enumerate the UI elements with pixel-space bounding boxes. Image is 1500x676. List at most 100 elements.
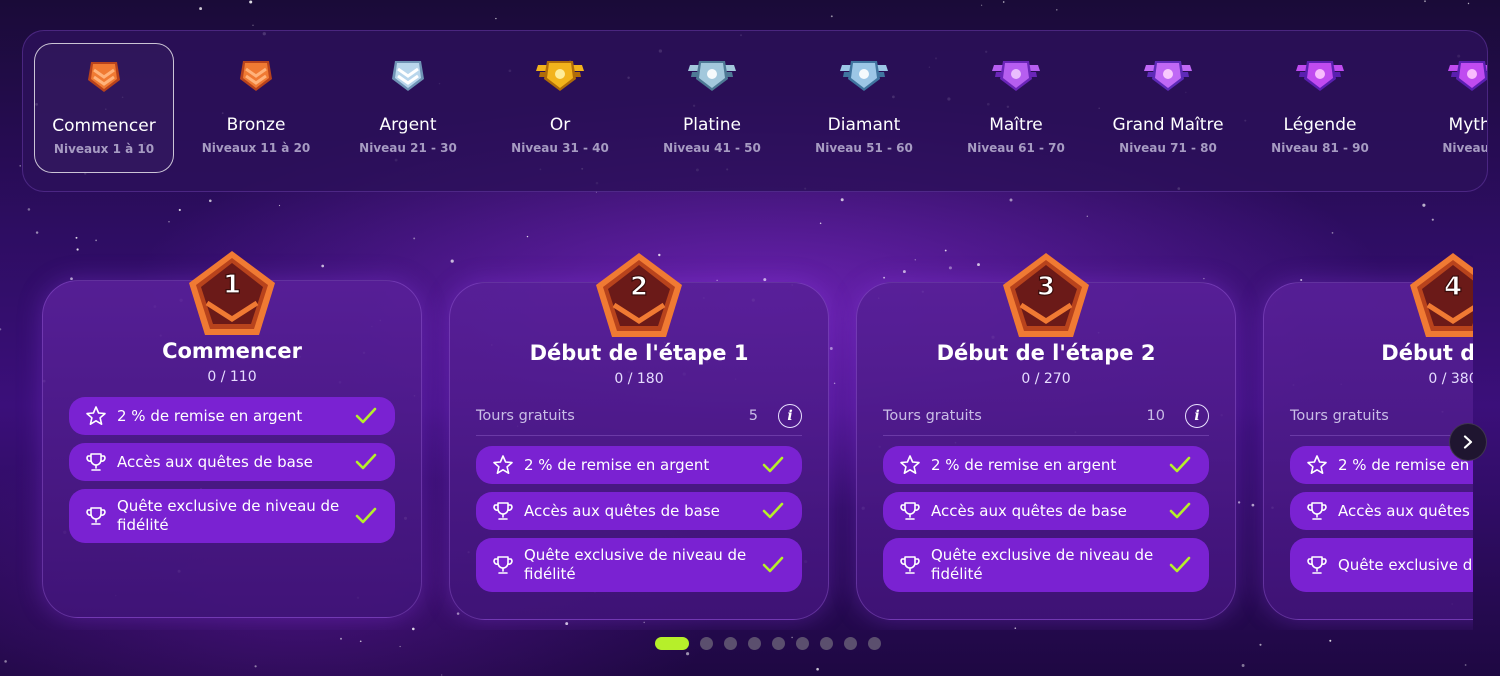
level-badge-icon: 2 bbox=[592, 249, 686, 343]
perk-item: 2 % de remise en argent bbox=[69, 397, 395, 435]
star-dot bbox=[249, 0, 253, 4]
trophy-icon bbox=[85, 451, 107, 473]
perk-item: Accès aux quêtes bbox=[1290, 492, 1473, 530]
tier-item-4[interactable]: Platine Niveau 41 - 50 bbox=[642, 43, 782, 173]
check-icon bbox=[1169, 556, 1191, 574]
pagination-dot-6[interactable] bbox=[820, 636, 833, 650]
star-dot bbox=[1424, 0, 1426, 3]
card-progress: 0 / 180 bbox=[614, 371, 664, 387]
perk-list: 2 % de remise en argent Accès aux quêtes… bbox=[883, 446, 1209, 600]
pagination-dot-8[interactable] bbox=[868, 636, 881, 650]
star-dot bbox=[1056, 9, 1058, 11]
tier-range: Niveau 31 - 40 bbox=[511, 141, 609, 155]
silver-chevron-icon bbox=[382, 49, 434, 101]
star-dot bbox=[27, 208, 31, 211]
free-spins-row: Tours gratuits bbox=[1290, 400, 1473, 436]
star-icon bbox=[1306, 454, 1328, 476]
trophy-icon bbox=[899, 554, 921, 576]
tier-item-9[interactable]: Mythi Niveau 9 bbox=[1402, 43, 1488, 173]
star-dot bbox=[1422, 203, 1426, 207]
star-dot bbox=[819, 222, 822, 225]
trophy-icon bbox=[899, 500, 921, 522]
star-dot bbox=[278, 204, 281, 207]
check-icon bbox=[1169, 456, 1191, 474]
tier-name: Grand Maître bbox=[1112, 115, 1224, 135]
master-winged-icon bbox=[990, 49, 1042, 101]
perk-item: Quête exclusive de niveau de fidélité bbox=[883, 538, 1209, 592]
check-icon bbox=[355, 453, 377, 471]
pagination-dot-4[interactable] bbox=[772, 636, 785, 650]
star-dot bbox=[830, 15, 833, 18]
perk-text: 2 % de remise en a bbox=[1338, 455, 1473, 474]
perk-item: Accès aux quêtes de base bbox=[883, 492, 1209, 530]
trophy-icon bbox=[1306, 500, 1328, 522]
tier-item-1[interactable]: Bronze Niveaux 11 à 20 bbox=[186, 43, 326, 173]
star-dot bbox=[840, 198, 844, 202]
svg-text:4: 4 bbox=[1444, 272, 1462, 302]
free-spins-label: Tours gratuits bbox=[883, 408, 982, 424]
star-dot bbox=[686, 652, 690, 656]
star-dot bbox=[1241, 664, 1245, 667]
star-dot bbox=[1009, 198, 1013, 202]
perk-text: Quête exclusive de fidélité bbox=[1338, 555, 1473, 574]
star-dot bbox=[35, 231, 39, 234]
star-dot bbox=[168, 221, 170, 223]
star-dot bbox=[19, 165, 21, 167]
tier-item-6[interactable]: Maître Niveau 61 - 70 bbox=[946, 43, 1086, 173]
tier-range: Niveau 9 bbox=[1442, 141, 1488, 155]
star-dot bbox=[254, 665, 257, 668]
pagination-dot-1[interactable] bbox=[700, 636, 713, 650]
tier-range: Niveau 61 - 70 bbox=[967, 141, 1065, 155]
diamond-stars-icon bbox=[838, 49, 890, 101]
free-spins-row: Tours gratuits 10 i bbox=[883, 400, 1209, 436]
tier-item-7[interactable]: Grand Maître Niveau 71 - 80 bbox=[1098, 43, 1238, 173]
check-icon bbox=[762, 556, 784, 574]
card-title: Début de l'é bbox=[1381, 341, 1473, 365]
tier-item-3[interactable]: Or Niveau 31 - 40 bbox=[490, 43, 630, 173]
free-spins-value: 10 bbox=[1146, 408, 1165, 424]
tier-name: Légende bbox=[1283, 115, 1357, 135]
star-dot bbox=[441, 674, 443, 676]
bronze-chevron-icon bbox=[230, 49, 282, 101]
tier-item-5[interactable]: Diamant Niveau 51 - 60 bbox=[794, 43, 934, 173]
pagination-dot-0[interactable] bbox=[655, 636, 689, 650]
perk-list: 2 % de remise en a Accès aux quêtes Quêt… bbox=[1290, 446, 1473, 600]
tier-range: Niveau 81 - 90 bbox=[1271, 141, 1369, 155]
pagination-dot-2[interactable] bbox=[724, 636, 737, 650]
trophy-icon bbox=[492, 554, 514, 576]
check-icon bbox=[1169, 502, 1191, 520]
card-progress: 0 / 110 bbox=[207, 369, 257, 385]
perk-item: 2 % de remise en a bbox=[1290, 446, 1473, 484]
star-dot bbox=[1331, 232, 1334, 234]
perk-list: 2 % de remise en argent Accès aux quêtes… bbox=[69, 397, 395, 551]
star-dot bbox=[816, 667, 819, 671]
pagination-dot-7[interactable] bbox=[844, 636, 857, 650]
grand-master-winged-icon bbox=[1142, 49, 1194, 101]
perk-text: 2 % de remise en argent bbox=[117, 406, 303, 425]
svg-text:1: 1 bbox=[223, 270, 241, 300]
star-dot bbox=[526, 235, 529, 238]
svg-text:2: 2 bbox=[630, 272, 648, 302]
perk-list: 2 % de remise en argent Accès aux quêtes… bbox=[476, 446, 802, 600]
perk-text: Accès aux quêtes de base bbox=[117, 452, 313, 471]
level-cards-carousel: 1 Commencer 0 / 110 2 % de remise en arg… bbox=[0, 240, 1473, 630]
star-dot bbox=[495, 17, 497, 20]
level-card-2: 2 Début de l'étape 1 0 / 180 Tours gratu… bbox=[449, 253, 829, 620]
star-dot bbox=[340, 637, 342, 640]
star-dot bbox=[1086, 215, 1088, 217]
pagination-dot-5[interactable] bbox=[796, 636, 809, 650]
carousel-next-button[interactable] bbox=[1449, 423, 1487, 461]
tier-range: Niveau 41 - 50 bbox=[663, 141, 761, 155]
free-spins-label: Tours gratuits bbox=[1290, 408, 1389, 424]
trophy-icon bbox=[1306, 554, 1328, 576]
star-dot bbox=[359, 640, 362, 643]
tier-item-8[interactable]: Légende Niveau 81 - 90 bbox=[1250, 43, 1390, 173]
info-icon[interactable]: i bbox=[778, 404, 802, 428]
info-icon[interactable]: i bbox=[1185, 404, 1209, 428]
tier-item-2[interactable]: Argent Niveau 21 - 30 bbox=[338, 43, 478, 173]
level-card-3: 3 Début de l'étape 2 0 / 270 Tours gratu… bbox=[856, 253, 1236, 620]
tier-item-0[interactable]: Commencer Niveaux 1 à 10 bbox=[34, 43, 174, 173]
free-spins-label: Tours gratuits bbox=[476, 408, 575, 424]
pagination-dot-3[interactable] bbox=[748, 636, 761, 650]
star-icon bbox=[492, 454, 514, 476]
